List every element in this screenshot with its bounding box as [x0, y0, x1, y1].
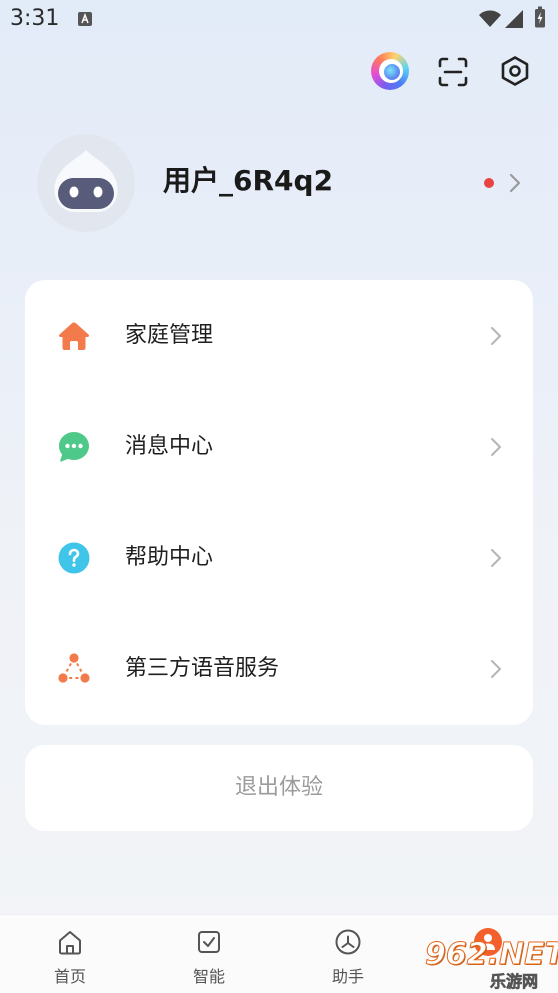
status-time: 3:31: [10, 6, 60, 31]
chevron-right-icon: [490, 548, 502, 568]
menu-item-label: 第三方语音服务: [125, 656, 280, 682]
assistant-icon: [334, 928, 362, 956]
menu-item-help-center[interactable]: 帮助中心: [25, 503, 533, 614]
third-party-voice-icon: [56, 651, 92, 687]
profile-row[interactable]: 用户_6R4q2: [0, 120, 558, 245]
watermark-logo: 962.NET: [424, 937, 558, 972]
watermark-subtext: 乐游网: [490, 972, 539, 992]
home-icon: [56, 318, 92, 354]
scan-icon[interactable]: [438, 57, 468, 87]
nav-item-home[interactable]: 首页: [15, 915, 125, 993]
nav-label: 助手: [331, 967, 364, 986]
message-icon: [56, 429, 92, 465]
menu-item-family-management[interactable]: 家庭管理: [25, 280, 533, 391]
nav-item-smart[interactable]: 智能: [154, 915, 264, 993]
menu-item-label: 消息中心: [125, 433, 214, 459]
logout-label: 退出体验: [234, 775, 323, 800]
smart-check-icon: [195, 928, 223, 956]
menu-item-message-center[interactable]: 消息中心: [25, 391, 533, 502]
nav-item-assistant[interactable]: 助手: [293, 915, 403, 993]
chevron-right-icon: [490, 326, 502, 346]
menu-item-label: 家庭管理: [125, 322, 214, 348]
menu-card: 家庭管理 消息中心 帮助中心 第三方语音服务: [25, 280, 533, 725]
a-notification-icon: [78, 12, 92, 26]
menu-item-third-party-voice[interactable]: 第三方语音服务: [25, 614, 533, 725]
notification-dot: [484, 178, 494, 188]
nav-label: 首页: [53, 967, 86, 986]
username: 用户_6R4q2: [163, 164, 334, 197]
nav-label: 智能: [192, 967, 225, 986]
chevron-right-icon: [508, 173, 522, 193]
wifi-icon: [478, 10, 502, 28]
home-outline-icon: [56, 928, 84, 956]
logout-button[interactable]: 退出体验: [25, 745, 533, 831]
assistant-logo-icon[interactable]: [371, 52, 409, 90]
menu-item-label: 帮助中心: [125, 545, 214, 571]
help-icon: [56, 540, 92, 576]
chevron-right-icon: [490, 659, 502, 679]
settings-icon[interactable]: [499, 55, 531, 87]
chevron-right-icon: [490, 437, 502, 457]
signal-icon: [505, 10, 523, 28]
avatar[interactable]: [37, 134, 135, 232]
battery-charging-icon: [534, 6, 546, 28]
